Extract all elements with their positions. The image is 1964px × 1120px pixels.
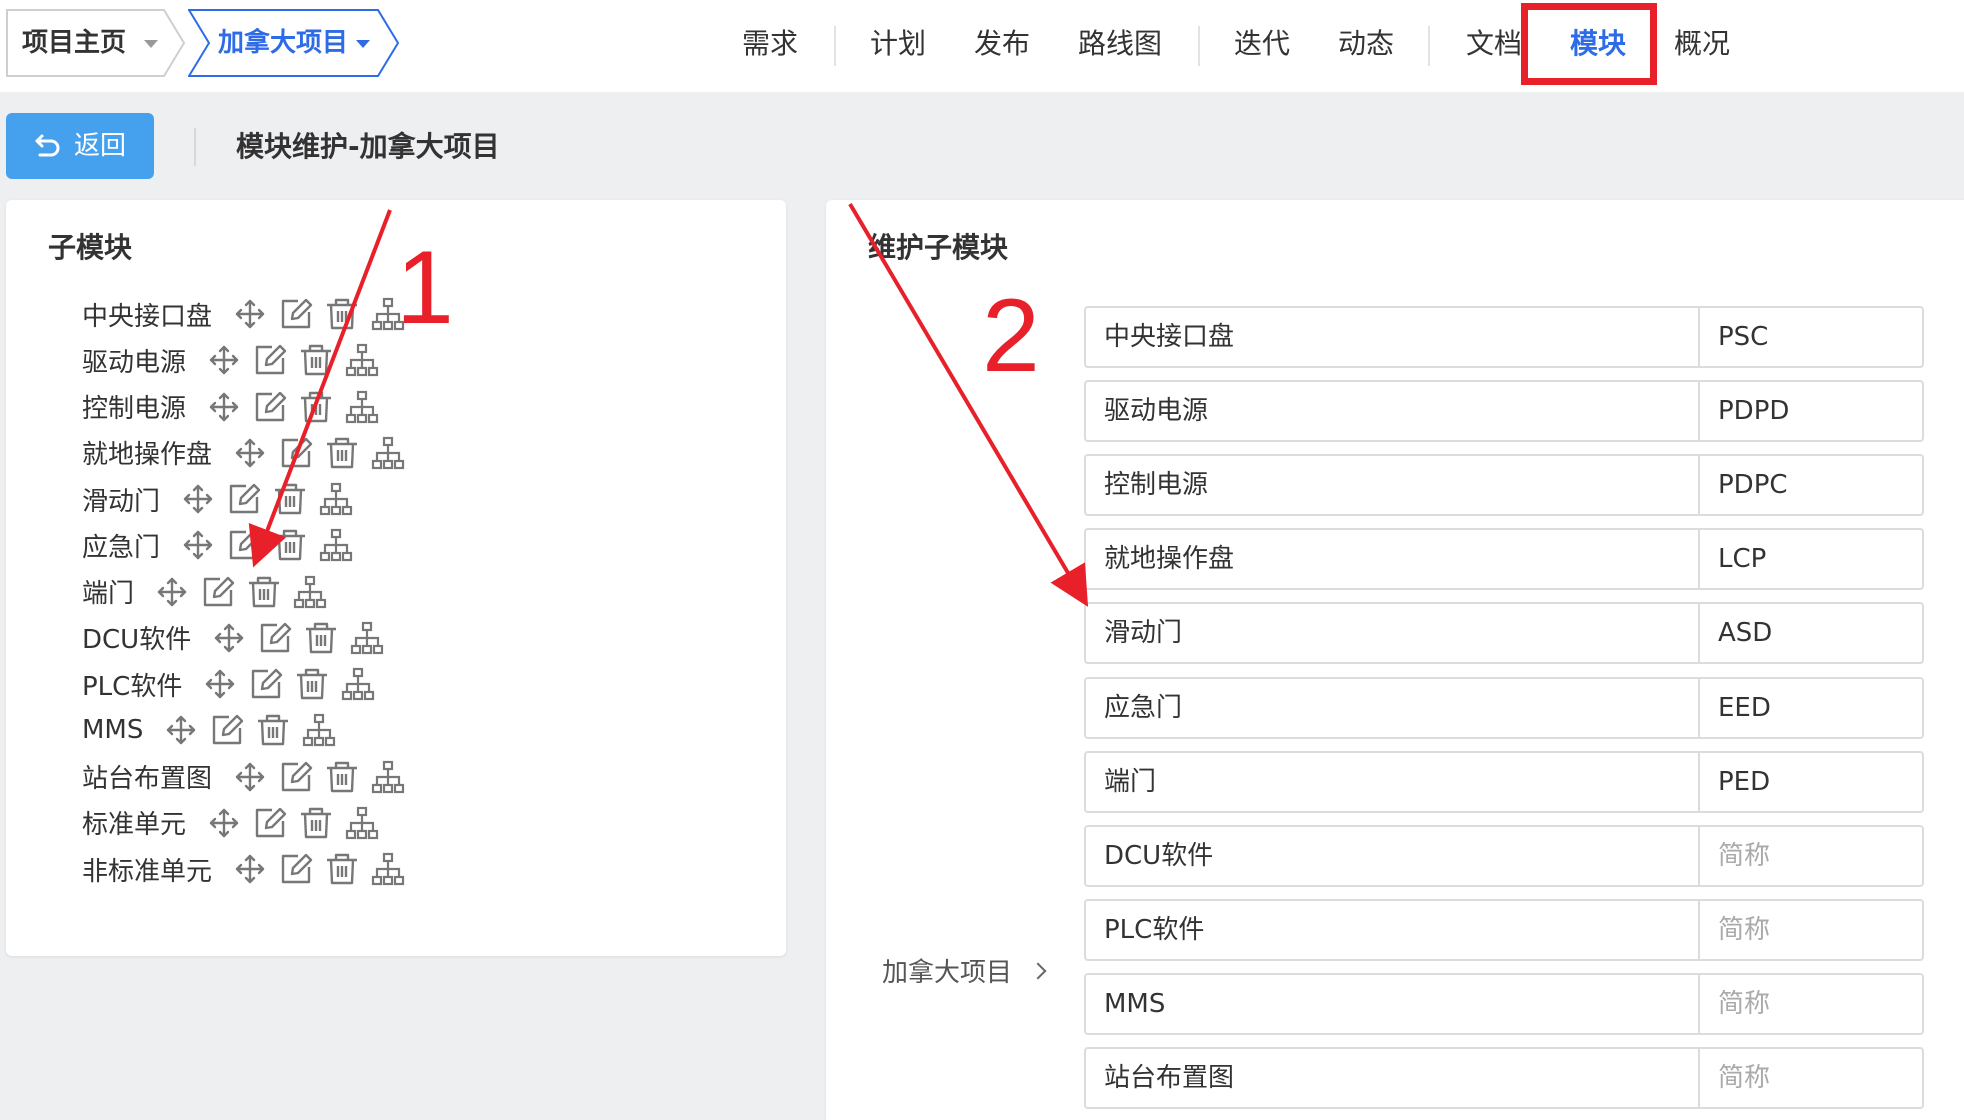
annotation-arrows — [248, 202, 1089, 607]
annotation-arrow-2 — [848, 202, 1089, 607]
annotation-number-2: 2 — [982, 278, 1040, 394]
annotation-number-1: 1 — [396, 230, 454, 346]
annotation-arrow-1 — [248, 209, 392, 568]
